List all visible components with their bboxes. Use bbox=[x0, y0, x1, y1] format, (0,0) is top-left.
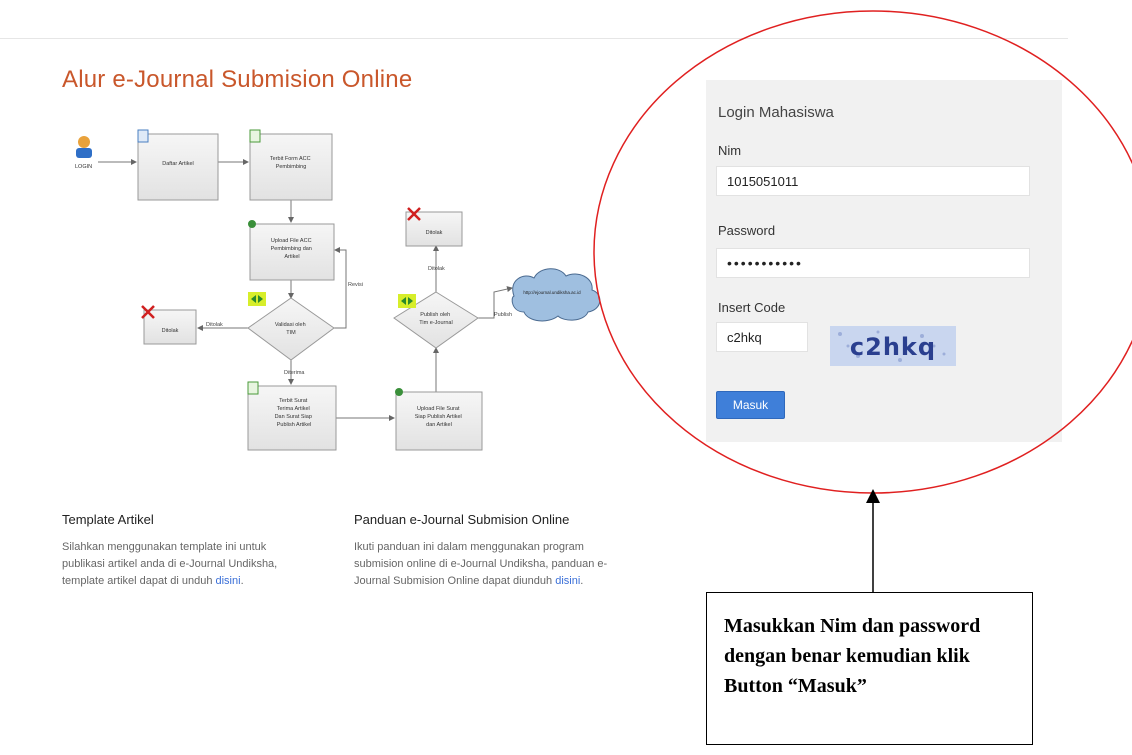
password-label: Password bbox=[718, 223, 776, 238]
instruction-callout: Masukkan Nim dan password dengan benar k… bbox=[706, 592, 1033, 745]
template-download-link[interactable]: disini bbox=[216, 575, 241, 587]
node-upload-surat: Upload File Surat Siap Publish Artikel d… bbox=[395, 388, 483, 451]
template-text: Silahkan menggunakan template ini untuk … bbox=[62, 541, 278, 587]
code-label: Insert Code bbox=[718, 300, 786, 315]
login-panel: Login Mahasiswa Nim Password Insert Code… bbox=[706, 80, 1062, 442]
node-cloud: http://ejournal.undiksha.ac.id bbox=[511, 268, 601, 322]
panduan-download-link[interactable]: disini bbox=[555, 575, 580, 587]
submission-flowchart: Revisi Ditolak Diterima Ditolak Publish … bbox=[75, 129, 601, 451]
panduan-title: Panduan e-Journal Submision Online bbox=[354, 512, 570, 527]
password-input[interactable] bbox=[716, 248, 1030, 278]
nim-input[interactable] bbox=[716, 166, 1030, 196]
node-ditolak-left: Ditolak bbox=[141, 305, 197, 345]
callout-arrow-head bbox=[866, 489, 880, 503]
node-login: LOGIN bbox=[75, 136, 92, 170]
node-daftar-artikel: Daftar Artikel bbox=[137, 129, 219, 201]
header-divider bbox=[0, 38, 1068, 39]
edge-label-revisi: Revisi bbox=[348, 282, 363, 288]
node-ditolak-top: Ditolak bbox=[405, 207, 463, 247]
panduan-section: Panduan e-Journal Submision Online Ikuti… bbox=[354, 512, 614, 590]
node-terbit-form-acc: Terbit Form ACC Pembimbing bbox=[249, 129, 333, 201]
captcha-code-input[interactable] bbox=[716, 322, 808, 352]
edge-label-ditolak-2: Ditolak bbox=[428, 266, 445, 272]
node-terbit-surat: Terbit Surat Terima Artikel Dan Surat Si… bbox=[247, 381, 337, 451]
svg-text:Ditolak: Ditolak bbox=[162, 328, 179, 334]
login-title: Login Mahasiswa bbox=[718, 104, 834, 121]
panduan-text: Ikuti panduan ini dalam menggunakan prog… bbox=[354, 541, 608, 587]
svg-text:http://ejournal.undiksha.ac.id: http://ejournal.undiksha.ac.id bbox=[523, 290, 581, 295]
nim-label: Nim bbox=[718, 143, 742, 158]
template-title: Template Artikel bbox=[62, 512, 154, 527]
node-login-label: LOGIN bbox=[75, 164, 92, 170]
edge-label-diterima: Diterima bbox=[284, 370, 305, 376]
node-publish-decision: Publish oleh Tim e-Journal bbox=[393, 291, 479, 349]
template-section: Template Artikel Silahkan menggunakan te… bbox=[62, 512, 307, 590]
node-validasi-decision: Validasi oleh TIM bbox=[247, 292, 335, 361]
masuk-button[interactable]: Masuk bbox=[716, 391, 785, 419]
edge-label-publish: Publish bbox=[494, 312, 512, 318]
captcha-image: c2hkq bbox=[830, 326, 956, 366]
node-upload-file-acc: Upload File ACC Pembimbing dan Artikel bbox=[248, 220, 335, 281]
page-title: Alur e-Journal Submision Online bbox=[62, 66, 413, 93]
svg-text:Daftar Artikel: Daftar Artikel bbox=[162, 161, 193, 167]
svg-text:Ditolak: Ditolak bbox=[426, 230, 443, 236]
captcha-text: c2hkq bbox=[850, 333, 936, 361]
edge-label-ditolak: Ditolak bbox=[206, 322, 223, 328]
